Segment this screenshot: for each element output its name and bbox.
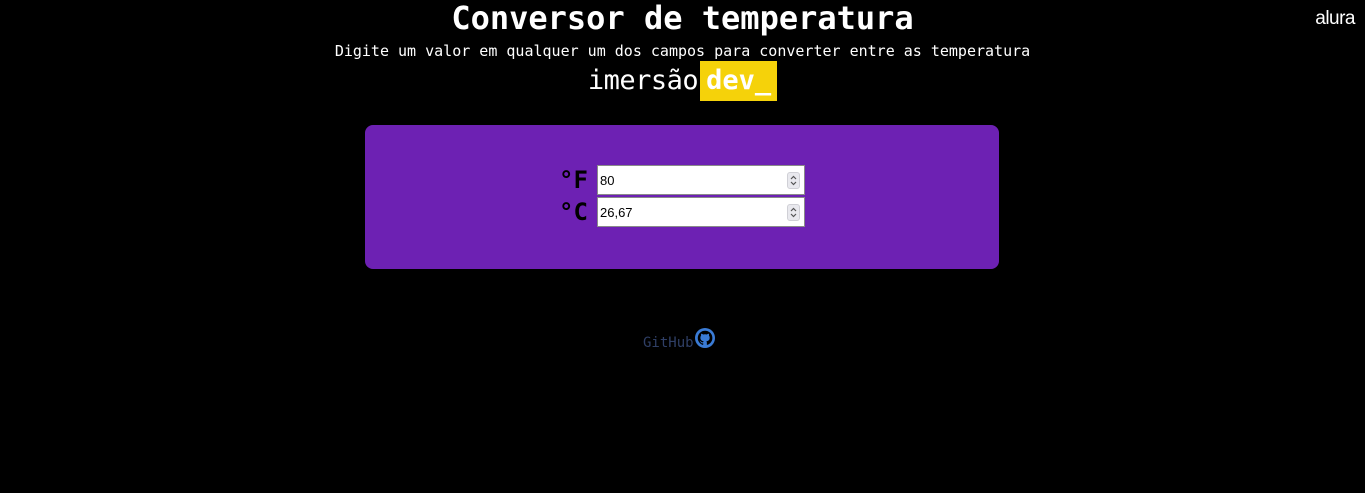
fahrenheit-input[interactable]: 80 bbox=[597, 165, 805, 195]
github-icon[interactable] bbox=[694, 328, 715, 348]
brand-highlight: dev_ bbox=[700, 61, 778, 101]
page-title: Conversor de temperatura bbox=[451, 0, 914, 37]
github-label[interactable]: GitHub bbox=[643, 335, 694, 351]
celsius-input[interactable]: 26,67 bbox=[597, 197, 805, 227]
converter-card: °F 80 °C 26,67 bbox=[365, 125, 999, 269]
brand-prefix: imersão bbox=[587, 65, 699, 96]
fahrenheit-label: °F bbox=[559, 166, 588, 194]
celsius-label: °C bbox=[559, 198, 588, 226]
github-link[interactable]: GitHub bbox=[643, 328, 715, 351]
spinner-arrows-icon bbox=[790, 175, 797, 186]
fahrenheit-spinner[interactable] bbox=[787, 172, 800, 189]
page-subtitle: Digite um valor em qualquer um dos campo… bbox=[334, 42, 1031, 60]
fahrenheit-value: 80 bbox=[600, 173, 615, 188]
spinner-arrows-icon bbox=[790, 207, 797, 218]
celsius-value: 26,67 bbox=[600, 205, 633, 220]
imersao-dev-logo: imersão dev_ bbox=[0, 61, 1365, 101]
celsius-row: °C 26,67 bbox=[559, 197, 805, 227]
page: alura Conversor de temperatura Digite um… bbox=[0, 0, 1365, 493]
celsius-spinner[interactable] bbox=[787, 204, 800, 221]
fahrenheit-row: °F 80 bbox=[559, 165, 805, 195]
